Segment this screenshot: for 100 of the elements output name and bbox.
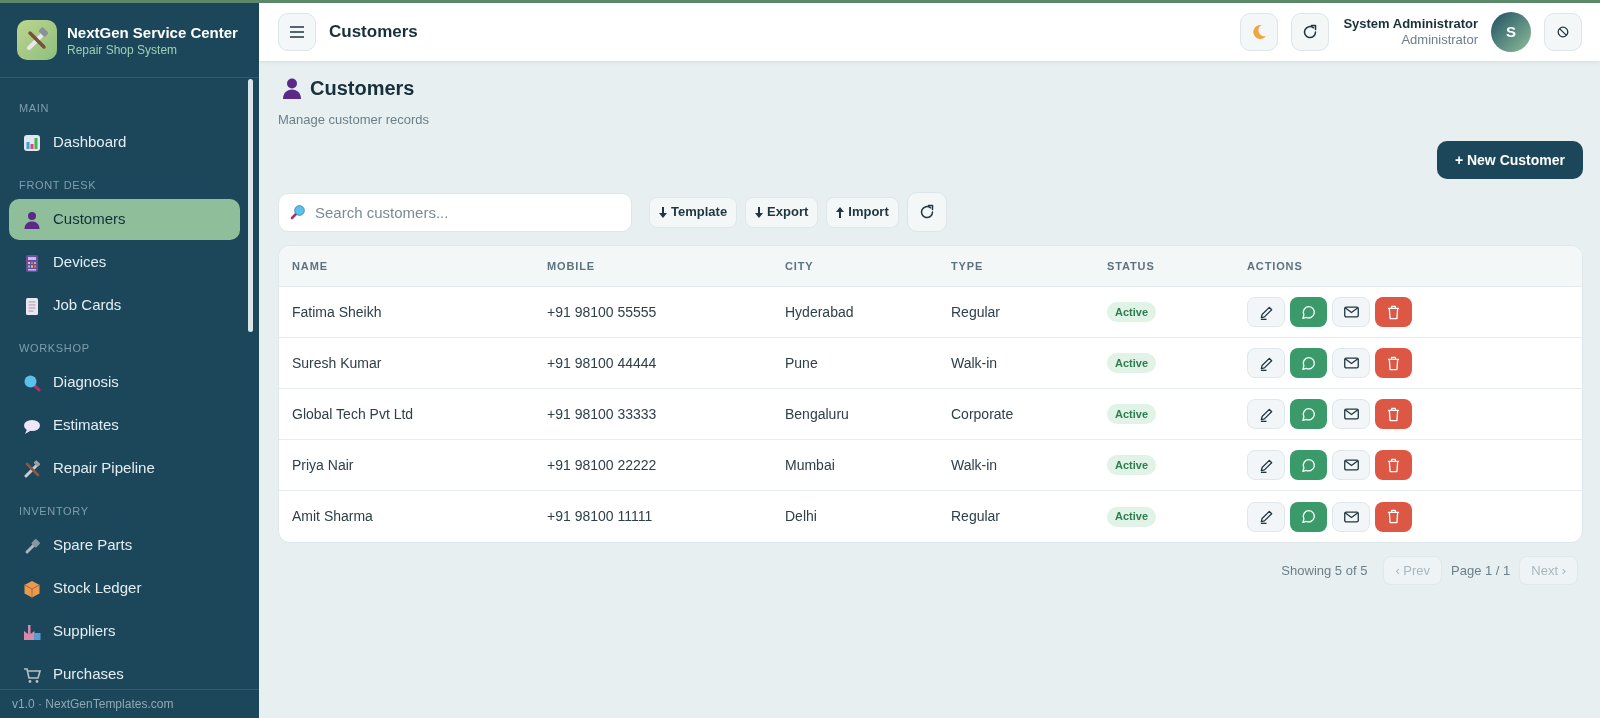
bar-chart-icon xyxy=(23,133,41,152)
email-button[interactable] xyxy=(1332,501,1370,532)
mobile-number: +91 98100 11111 xyxy=(547,507,653,526)
page-subtitle: Manage customer records xyxy=(278,111,429,129)
sidebar-item[interactable]: Purchases xyxy=(9,654,240,689)
trash-icon xyxy=(1387,304,1400,320)
envelope-icon xyxy=(1343,357,1359,369)
logout-button[interactable] xyxy=(1544,13,1582,51)
envelope-icon xyxy=(1343,510,1359,523)
export-button[interactable]: Export xyxy=(745,196,819,228)
customer-name: Global Tech Pvt Ltd xyxy=(292,404,414,424)
brand-title: NextGen Service Center xyxy=(67,22,238,42)
trash-icon xyxy=(1387,509,1400,524)
arrow-down-icon xyxy=(755,206,764,218)
user-name: System Administrator xyxy=(1343,16,1478,32)
pencil-icon xyxy=(1258,304,1274,320)
sidebar-item[interactable]: Customers xyxy=(9,199,240,240)
pencil-icon xyxy=(1258,457,1274,473)
chat-bubble-icon xyxy=(1301,406,1316,422)
cart-icon xyxy=(23,665,41,684)
chat-button[interactable] xyxy=(1290,399,1327,429)
email-button[interactable] xyxy=(1332,297,1370,327)
email-button[interactable] xyxy=(1332,450,1370,480)
search-field[interactable]: Search customers... xyxy=(278,192,632,232)
envelope-icon xyxy=(1343,408,1359,420)
status-badge: Active xyxy=(1107,455,1157,475)
city-name: Pune xyxy=(785,353,818,373)
column-header: NAME xyxy=(292,258,328,274)
brand-subtitle: Repair Shop System xyxy=(67,41,179,58)
template-button[interactable]: Template xyxy=(649,196,738,228)
sidebar-item[interactable]: Stock Ledger xyxy=(9,568,240,609)
chat-bubble-icon xyxy=(1301,509,1316,524)
new-customer-button[interactable]: + New Customer xyxy=(1436,141,1583,179)
chat-bubble-icon xyxy=(1301,304,1316,320)
arrow-down-icon xyxy=(659,206,667,218)
person-icon xyxy=(281,77,303,99)
package-icon xyxy=(23,579,41,598)
email-button[interactable] xyxy=(1332,399,1370,429)
moon-icon xyxy=(1251,24,1268,40)
chat-button[interactable] xyxy=(1290,450,1327,480)
chat-button[interactable] xyxy=(1290,297,1327,327)
mobile-number: +91 98100 33333 xyxy=(547,404,657,424)
delete-button[interactable] xyxy=(1375,297,1412,327)
import-button[interactable]: Import xyxy=(826,196,899,228)
pencil-icon xyxy=(1258,406,1274,422)
version-text: v1.0 · NextGenTemplates.com xyxy=(12,696,174,713)
edit-button[interactable] xyxy=(1247,399,1285,429)
refresh-button[interactable] xyxy=(1291,13,1330,51)
city-name: Bengaluru xyxy=(785,404,849,424)
customer-type: Walk-in xyxy=(951,353,998,373)
mobile-number: +91 98100 55555 xyxy=(547,302,657,322)
factory-icon xyxy=(23,622,41,641)
email-button[interactable] xyxy=(1332,348,1370,378)
section-heading: INVENTORY xyxy=(19,504,89,518)
sidebar-item[interactable]: Estimates xyxy=(9,405,240,446)
reload-button[interactable] xyxy=(906,192,947,232)
sidebar-item[interactable]: Suppliers xyxy=(9,611,240,652)
tools-logo-icon xyxy=(17,20,57,60)
edit-button[interactable] xyxy=(1247,348,1285,378)
column-header: ACTIONS xyxy=(1247,258,1303,274)
delete-button[interactable] xyxy=(1375,348,1412,378)
delete-button[interactable] xyxy=(1375,399,1412,429)
envelope-icon xyxy=(1343,459,1359,471)
trash-icon xyxy=(1387,457,1400,473)
sidebar-item[interactable]: Repair Pipeline xyxy=(9,448,240,489)
chat-button[interactable] xyxy=(1290,348,1327,378)
edit-button[interactable] xyxy=(1247,297,1285,327)
customer-name: Amit Sharma xyxy=(292,507,373,526)
city-name: Delhi xyxy=(785,507,817,526)
scrollbar[interactable] xyxy=(248,79,253,332)
edit-button[interactable] xyxy=(1247,450,1285,480)
delete-button[interactable] xyxy=(1375,450,1412,480)
person-icon xyxy=(23,210,41,229)
user-avatar[interactable]: S xyxy=(1491,12,1531,52)
status-badge: Active xyxy=(1107,302,1157,322)
arrow-up-icon xyxy=(836,206,845,218)
customer-type: Regular xyxy=(951,507,1001,526)
header-title: Customers xyxy=(329,21,418,44)
tools-icon xyxy=(23,459,41,478)
delete-button[interactable] xyxy=(1375,501,1412,532)
calculator-icon xyxy=(23,253,41,272)
city-name: Mumbai xyxy=(785,455,835,475)
bolt-icon xyxy=(23,536,41,555)
sidebar-item[interactable]: Devices xyxy=(9,242,240,283)
column-header: TYPE xyxy=(951,258,984,274)
sidebar-item[interactable]: Diagnosis xyxy=(9,362,240,403)
menu-button[interactable] xyxy=(278,13,316,51)
status-badge: Active xyxy=(1107,506,1157,527)
edit-button[interactable] xyxy=(1247,501,1285,532)
column-header: STATUS xyxy=(1107,258,1155,274)
customer-type: Walk-in xyxy=(951,455,998,475)
sidebar-item[interactable]: Spare Parts xyxy=(9,525,240,566)
section-heading: MAIN xyxy=(19,101,50,115)
sidebar-item[interactable]: Dashboard xyxy=(9,122,240,163)
sidebar-item[interactable]: Job Cards xyxy=(9,285,240,326)
city-name: Hyderabad xyxy=(785,302,854,322)
results-count: Showing 5 of 5 xyxy=(1281,561,1368,580)
customer-name: Fatima Sheikh xyxy=(292,302,382,322)
chat-button[interactable] xyxy=(1290,501,1327,532)
customer-name: Suresh Kumar xyxy=(292,353,382,373)
